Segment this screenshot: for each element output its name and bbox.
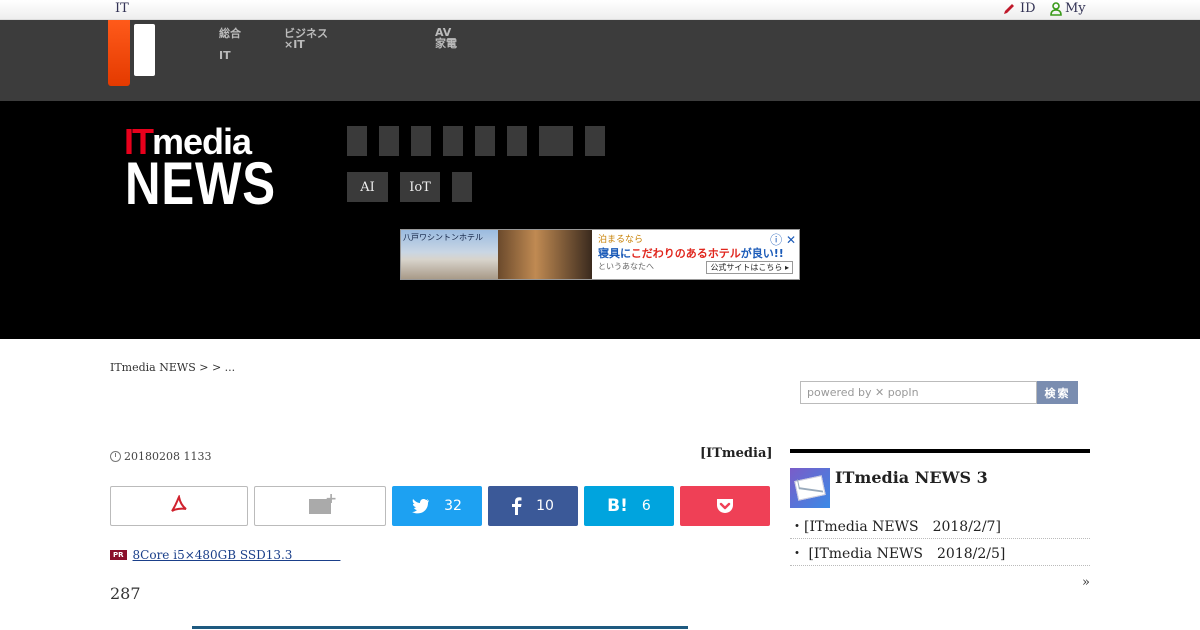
news-logo[interactable]: NEWS	[125, 149, 276, 218]
facebook-icon	[512, 497, 522, 515]
facebook-share-button[interactable]: 10	[488, 486, 578, 526]
article-date-text: 20180208 1133	[124, 450, 212, 463]
network-logo-white	[134, 24, 155, 76]
sidebar-more-link[interactable]: »	[1082, 575, 1090, 590]
hatena-share-count: 6	[641, 498, 651, 514]
ad-banner[interactable]: 八戸ワシントンホテル 泊まるなら 寝具にこだわりのあるホテルが良い!! というあ…	[400, 229, 800, 280]
id-link[interactable]: ID	[1002, 1, 1036, 16]
pr-line: PR 8Core i5×480GB SSD13.3	[110, 546, 340, 563]
network-nav-line2: ×IT	[284, 38, 305, 51]
category-button[interactable]	[475, 126, 495, 156]
ad-line2c: が良い!!	[740, 247, 784, 260]
envelope-icon	[794, 475, 826, 501]
pdf-button[interactable]	[110, 486, 248, 526]
my-link-label: My	[1065, 1, 1086, 16]
network-logo-red[interactable]	[108, 20, 130, 86]
ad-line1: 泊まるなら	[598, 235, 644, 245]
category-button[interactable]	[347, 126, 367, 156]
category-nav-row1	[347, 126, 605, 156]
sidebar-top-rule	[790, 449, 1090, 453]
sidebar-list-item[interactable]: ・[ITmedia NEWS 2018/2/7]	[790, 512, 1090, 539]
ad-close-icon[interactable]: ⓘ ✕	[770, 231, 796, 248]
category-button[interactable]	[411, 126, 431, 156]
site-header: ITmedia NEWS AI IoT 八戸ワシントンホテル 泊まるなら 寝具に…	[0, 101, 1200, 339]
network-nav-line2: 家電	[435, 37, 457, 50]
top-utility-bar: IT ID My	[0, 0, 1200, 20]
category-button[interactable]	[507, 126, 527, 156]
id-link-label: ID	[1020, 1, 1036, 16]
pr-link[interactable]: 8Core i5×480GB SSD13.3	[133, 546, 341, 563]
category-button[interactable]	[443, 126, 463, 156]
person-icon	[1050, 1, 1062, 16]
network-nav-item[interactable]: AV 家電	[435, 27, 457, 49]
category-button[interactable]	[379, 126, 399, 156]
pdf-icon	[171, 495, 187, 512]
category-nav-row2: AI IoT	[347, 172, 472, 202]
pocket-icon	[717, 499, 733, 513]
article-image-top-border	[192, 626, 688, 629]
breadcrumb[interactable]: ITmedia NEWS > > ...	[110, 361, 235, 374]
ad-line2a: 寝具に	[598, 247, 631, 260]
facebook-share-count: 10	[536, 498, 554, 514]
clock-icon	[110, 451, 121, 462]
ad-hotel-exterior-image: 八戸ワシントンホテル	[401, 230, 498, 279]
hatena-bookmark-button[interactable]: B! 6	[584, 486, 674, 526]
sidebar-list-item[interactable]: ・ [ITmedia NEWS 2018/2/5]	[790, 539, 1090, 566]
category-button-ai[interactable]: AI	[347, 172, 388, 202]
ad-hotel-room-image	[498, 230, 592, 279]
search-input[interactable]: powered by ✕ popIn	[800, 381, 1037, 404]
network-nav-line2: IT	[219, 49, 231, 62]
network-nav-line1: 総合	[219, 27, 241, 40]
ad-line3-text: というあなたへ	[598, 262, 654, 271]
network-nav-item[interactable]: ビジネス ×IT	[284, 28, 328, 50]
sidebar-title: ITmedia NEWS 3	[835, 468, 988, 487]
ad-line3: というあなたへ 公式サイトはこちら ▸	[598, 261, 793, 274]
pocket-button[interactable]	[680, 486, 770, 526]
network-nav-item[interactable]: 総合 IT	[219, 28, 241, 61]
article-body-text: 287	[110, 584, 141, 603]
mail-add-icon	[309, 491, 337, 514]
ad-line2b: こだわりのあるホテル	[630, 247, 741, 260]
pencil-icon	[1004, 3, 1014, 14]
ad-line2: 寝具にこだわりのあるホテルが良い!!	[598, 245, 793, 261]
article-date: 20180208 1133	[110, 450, 211, 463]
search-button[interactable]: 検索	[1037, 381, 1078, 404]
hatena-icon: B!	[607, 496, 628, 516]
category-button[interactable]	[452, 172, 472, 202]
article-byline: [ITmedia]	[700, 446, 773, 461]
twitter-share-count: 32	[444, 498, 462, 514]
category-button[interactable]	[539, 126, 573, 156]
ad-text: 泊まるなら 寝具にこだわりのあるホテルが良い!! というあなたへ 公式サイトはこ…	[592, 230, 799, 279]
mail-share-button[interactable]	[254, 486, 386, 526]
twitter-icon	[412, 499, 430, 514]
network-bar: 総合 IT ビジネス ×IT AV 家電	[0, 20, 1200, 101]
pr-badge: PR	[110, 549, 127, 560]
my-link[interactable]: My	[1050, 1, 1086, 16]
top-brand-link[interactable]: IT	[115, 1, 129, 16]
twitter-share-button[interactable]: 32	[392, 486, 482, 526]
category-button-iot[interactable]: IoT	[400, 172, 440, 202]
newsletter-icon	[790, 468, 830, 508]
ad-hotel-tag: 八戸ワシントンホテル	[403, 233, 483, 242]
category-button[interactable]	[585, 126, 605, 156]
ad-cta[interactable]: 公式サイトはこちら ▸	[706, 261, 793, 274]
